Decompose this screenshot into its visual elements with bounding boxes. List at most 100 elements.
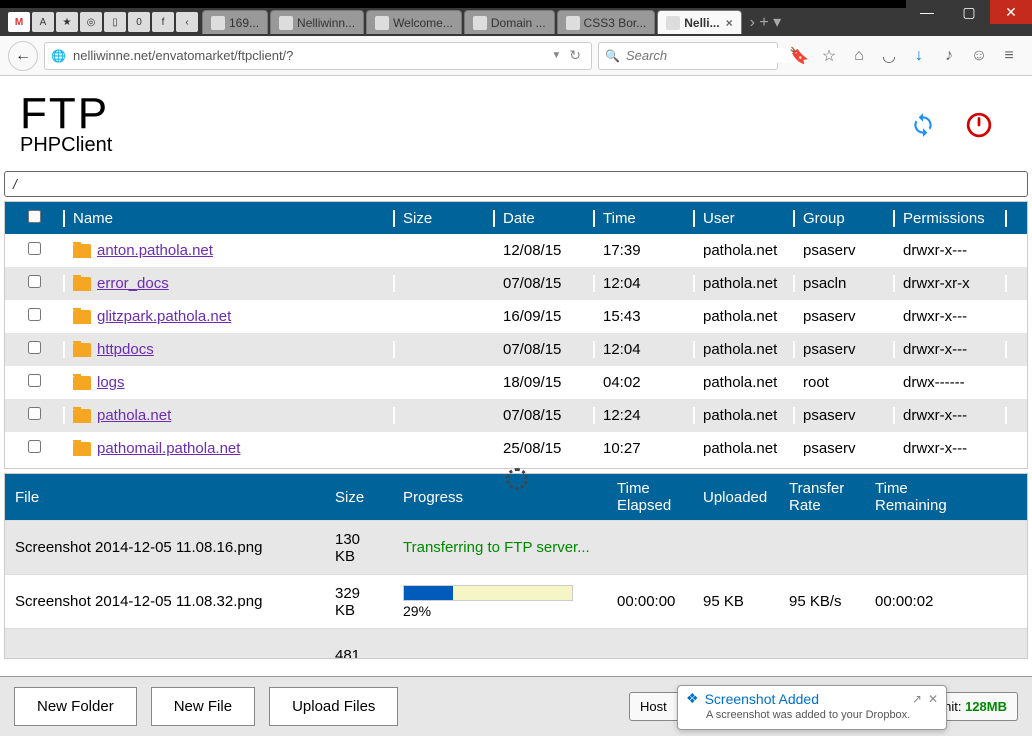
file-row[interactable]: logs 18/09/15 04:02 pathola.net root drw… [5, 366, 1027, 399]
progress-bar [403, 585, 573, 601]
app-header: FTP PHPClient [0, 76, 1032, 167]
logo-subtitle: PHPClient [20, 134, 112, 157]
transfer-file: Screenshot 2014-12-05 11.08.16.png [5, 539, 325, 556]
upload-files-button[interactable]: Upload Files [269, 687, 398, 726]
url-dropdown-icon[interactable]: ▼ [547, 50, 565, 61]
search-bar[interactable]: 🔍 [598, 42, 778, 70]
browser-tab[interactable]: Nelli...× [657, 10, 741, 34]
row-checkbox[interactable] [28, 341, 41, 354]
browser-tab[interactable]: CSS3 Bor... [557, 10, 656, 34]
file-permissions: drwxr-x--- [895, 308, 1007, 325]
search-input[interactable] [626, 48, 804, 63]
minimize-button[interactable]: — [906, 0, 948, 24]
close-button[interactable]: ✕ [990, 0, 1032, 24]
browser-tab[interactable]: Domain ... [464, 10, 555, 34]
smile-icon[interactable]: ☺ [970, 47, 988, 65]
bell-icon[interactable]: ♪ [940, 47, 958, 65]
file-user: pathola.net [695, 275, 795, 292]
col-elapsed: Time Elapsed [607, 480, 693, 514]
reload-icon[interactable]: ↻ [565, 47, 585, 64]
dropbox-icon: ❖ [686, 690, 699, 707]
bookmark-icon[interactable]: ‹ [176, 12, 198, 32]
folder-icon [73, 244, 91, 258]
page-content: FTP PHPClient / Name Size Date Time User… [0, 76, 1032, 736]
power-icon[interactable] [966, 112, 992, 138]
file-name-link[interactable]: httpdocs [97, 341, 154, 358]
home-icon[interactable]: ⌂ [850, 47, 868, 65]
transfer-uploaded: 95 KB [693, 593, 779, 610]
dismiss-icon[interactable]: ✕ [928, 692, 938, 706]
file-row[interactable]: pathola.net 07/08/15 12:24 pathola.net p… [5, 399, 1027, 432]
add-tab-button[interactable]: › + ▾ [744, 12, 788, 32]
breadcrumb[interactable]: / [4, 171, 1028, 197]
action-buttons: New Folder New File Upload Files [14, 687, 398, 726]
file-row[interactable]: anton.pathola.net 12/08/15 17:39 pathola… [5, 234, 1027, 267]
star-icon[interactable]: ☆ [820, 47, 838, 65]
tab-favicon-icon [666, 16, 680, 30]
transfer-size: 130 KB [325, 531, 393, 565]
new-file-button[interactable]: New File [151, 687, 255, 726]
col-group[interactable]: Group [795, 210, 895, 227]
file-name-link[interactable]: glitzpark.pathola.net [97, 308, 231, 325]
col-time[interactable]: Time [595, 210, 695, 227]
file-name-link[interactable]: logs [97, 374, 125, 391]
pocket-icon[interactable]: ◡ [880, 47, 898, 65]
tab-favicon-icon [375, 16, 389, 30]
bookmark-icon[interactable]: f [152, 12, 174, 32]
back-button[interactable]: ← [8, 41, 38, 71]
browser-tab[interactable]: Welcome... [366, 10, 462, 34]
toolbar-icons: 🔖 ☆ ⌂ ◡ ↓ ♪ ☺ ≡ [784, 47, 1024, 65]
bookmark-icon[interactable]: ★ [56, 12, 78, 32]
dropbox-notification[interactable]: ❖ Screenshot Added ↗ ✕ A screenshot was … [677, 685, 947, 730]
url-input[interactable] [73, 48, 547, 63]
tab-close-icon[interactable]: × [726, 16, 733, 30]
folder-icon [73, 442, 91, 456]
select-all-checkbox[interactable] [28, 210, 41, 223]
row-checkbox[interactable] [28, 407, 41, 420]
loading-spinner-icon [506, 468, 528, 490]
col-name[interactable]: Name [65, 210, 395, 227]
bookmark-icon[interactable]: ▯ [104, 12, 126, 32]
file-table: Name Size Date Time User Group Permissio… [4, 201, 1028, 469]
new-folder-button[interactable]: New Folder [14, 687, 137, 726]
refresh-icon[interactable] [910, 112, 936, 138]
url-bar[interactable]: 🌐 ▼ ↻ [44, 42, 592, 70]
download-icon[interactable]: ↓ [910, 47, 928, 65]
col-date[interactable]: Date [495, 210, 595, 227]
menu-icon[interactable]: ≡ [1000, 47, 1018, 65]
transfer-row: Screenshot 2014-12-05 11.08.32.png 329 K… [5, 574, 1027, 628]
file-row[interactable]: error_docs 07/08/15 12:04 pathola.net ps… [5, 267, 1027, 300]
file-name-link[interactable]: anton.pathola.net [97, 242, 213, 259]
bookmark-icon[interactable]: A [32, 12, 54, 32]
file-name-link[interactable]: error_docs [97, 275, 169, 292]
file-row[interactable]: pathomail.pathola.net 25/08/15 10:27 pat… [5, 432, 1027, 465]
file-name-link[interactable]: pathomail.pathola.net [97, 440, 240, 457]
bookmark-icon[interactable]: ◎ [80, 12, 102, 32]
col-file: File [5, 489, 325, 506]
file-name-link[interactable]: pathola.net [97, 407, 171, 424]
col-user[interactable]: User [695, 210, 795, 227]
bookmark-icon[interactable]: 0 [128, 12, 150, 32]
browser-tab[interactable]: Nelliwinn... [270, 10, 364, 34]
browser-tabs: 169...Nelliwinn...Welcome... Domain ... CS… [202, 10, 744, 34]
row-checkbox[interactable] [28, 275, 41, 288]
maximize-button[interactable]: ▢ [948, 0, 990, 24]
row-checkbox[interactable] [28, 308, 41, 321]
bookmark-tag-icon[interactable]: 🔖 [790, 47, 808, 65]
col-size[interactable]: Size [395, 210, 495, 227]
transfer-remain: 00:00:02 [865, 593, 975, 610]
file-row[interactable]: glitzpark.pathola.net 16/09/15 15:43 pat… [5, 300, 1027, 333]
file-time: 15:43 [595, 308, 695, 325]
row-checkbox[interactable] [28, 440, 41, 453]
row-checkbox[interactable] [28, 374, 41, 387]
col-progress: Progress [393, 489, 607, 506]
tab-label: Domain ... [491, 16, 546, 30]
row-checkbox[interactable] [28, 242, 41, 255]
share-icon[interactable]: ↗ [912, 692, 922, 706]
bookmark-icon[interactable]: M [8, 12, 30, 32]
browser-tab[interactable]: 169... [202, 10, 268, 34]
col-permissions[interactable]: Permissions [895, 210, 1007, 227]
file-table-header: Name Size Date Time User Group Permissio… [5, 202, 1027, 234]
file-row[interactable]: httpdocs 07/08/15 12:04 pathola.net psas… [5, 333, 1027, 366]
folder-icon [73, 343, 91, 357]
